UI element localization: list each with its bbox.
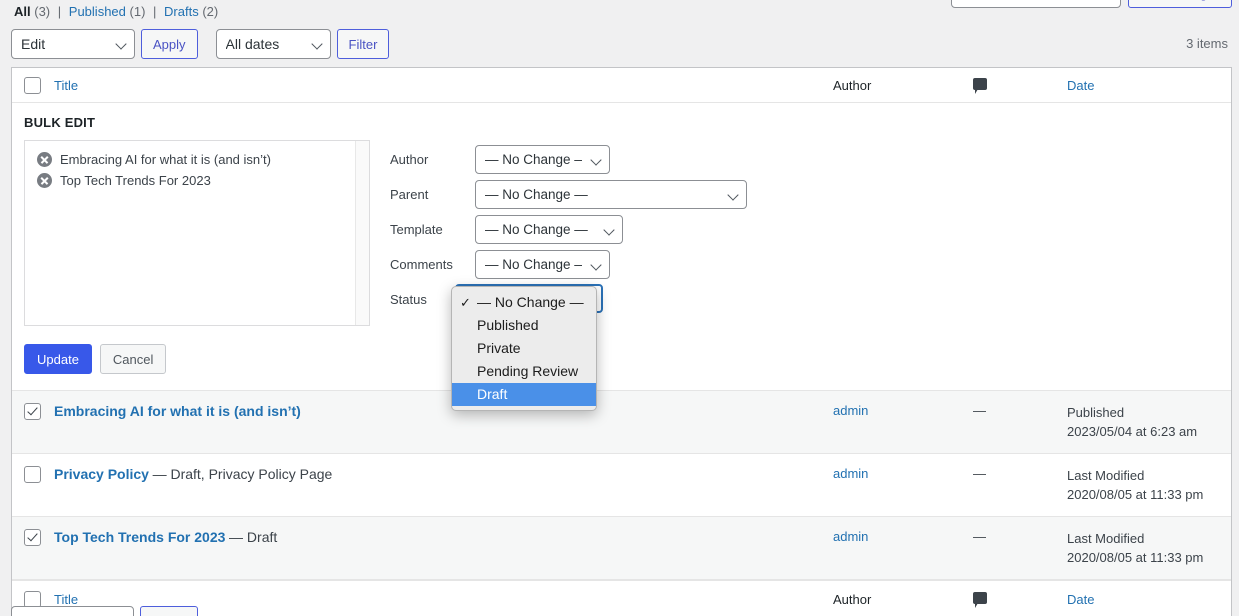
table-row: Top Tech Trends For 2023 — Draft admin —… [12, 517, 1231, 580]
status-link-all[interactable]: All [14, 4, 31, 19]
column-header-author: Author [833, 77, 872, 93]
bulk-edit-titles-column: Embracing AI for what it is (and isn’t) … [24, 140, 370, 326]
row-date-label: Last Modified [1067, 531, 1145, 546]
date-filter-select-wrap: All dates [215, 29, 331, 59]
bulk-edit-panel: BULK EDIT Embracing AI for what it is (a… [12, 103, 1231, 390]
status-count-published: (1) [129, 4, 146, 19]
field-label-comments: Comments [390, 257, 453, 272]
status-option-pending-review[interactable]: Pending Review [452, 360, 596, 383]
update-button[interactable]: Update [24, 344, 92, 374]
search-area: Search Pages [951, 0, 1232, 8]
comments-select[interactable]: — No Change — [475, 250, 610, 279]
row-checkbox[interactable] [24, 466, 41, 484]
row-title-link[interactable]: Top Tech Trends For 2023 [54, 529, 225, 545]
table-nav-top: Edit Apply All dates Filter [11, 29, 390, 59]
bulk-edit-title-item: Top Tech Trends For 2023 [25, 170, 369, 191]
bulk-edit-titles-box: Embracing AI for what it is (and isn’t) … [24, 140, 370, 326]
parent-select[interactable]: — No Change — [475, 180, 747, 209]
field-parent: Parent — No Change — [390, 177, 747, 212]
row-checkbox[interactable] [24, 403, 41, 421]
status-dropdown-menu: — No Change — Published Private Pending … [451, 286, 597, 411]
comment-bubble-icon [973, 77, 987, 94]
table-nav-bottom [11, 606, 198, 616]
bulk-edit-title-item: Embracing AI for what it is (and isn’t) [25, 149, 369, 170]
table-row: Privacy Policy — Draft, Privacy Policy P… [12, 454, 1231, 517]
bulk-edit-title-label: Top Tech Trends For 2023 [60, 173, 211, 188]
table-row: Embracing AI for what it is (and isn’t) … [12, 391, 1231, 454]
status-count-drafts: (2) [202, 4, 219, 19]
status-option-published[interactable]: Published [452, 314, 596, 337]
row-author-link[interactable]: admin [833, 529, 868, 544]
field-label-author: Author [390, 152, 429, 167]
row-state: — Draft, Privacy Policy Page [152, 466, 333, 482]
column-footer-title[interactable]: Title [54, 592, 78, 607]
field-label-parent: Parent [390, 187, 429, 202]
row-checkbox[interactable] [24, 529, 41, 547]
row-date-label: Last Modified [1067, 468, 1145, 483]
bulk-action-select-wrap: Edit [11, 29, 135, 59]
column-header-title[interactable]: Title [54, 78, 78, 93]
select-all-checkbox-top[interactable] [24, 76, 41, 94]
wp-pages-list-screen: All (3) | Published (1) | Drafts (2) Sea… [0, 0, 1239, 616]
filter-button[interactable]: Filter [336, 29, 390, 59]
status-separator-1: | [57, 4, 62, 19]
row-comments-count: — [973, 466, 986, 481]
row-title-link[interactable]: Privacy Policy [54, 466, 149, 482]
remove-title-icon[interactable] [37, 152, 52, 167]
author-select[interactable]: — No Change — [475, 145, 610, 174]
status-separator-2: | [153, 4, 157, 19]
pages-table: Title Author Date BULK EDIT Embracing AI… [11, 67, 1232, 616]
row-date-value: 2023/05/04 at 6:23 am [1067, 424, 1198, 439]
bulk-edit-title-label: Embracing AI for what it is (and isn’t) [60, 152, 271, 167]
bulk-action-select[interactable]: Edit [11, 29, 135, 59]
search-pages-button[interactable]: Search Pages [1128, 0, 1232, 8]
status-link-published[interactable]: Published [69, 4, 126, 19]
row-date-value: 2020/08/05 at 11:33 pm [1067, 487, 1204, 502]
column-footer-author: Author [833, 592, 872, 607]
row-title-link[interactable]: Embracing AI for what it is (and isn’t) [54, 403, 301, 419]
field-template: Template — No Change — [390, 212, 747, 247]
row-date-label: Published [1067, 405, 1125, 420]
template-select[interactable]: — No Change — [475, 215, 623, 244]
cancel-button[interactable]: Cancel [99, 344, 167, 374]
items-count: 3 items [1186, 36, 1228, 51]
row-date-value: 2020/08/05 at 11:33 pm [1067, 550, 1204, 565]
status-count-all: (3) [34, 4, 51, 19]
table-header-row: Title Author Date [12, 68, 1231, 103]
row-state: — Draft [229, 529, 278, 545]
row-author-link[interactable]: admin [833, 466, 868, 481]
remove-title-icon[interactable] [37, 173, 52, 188]
row-author-link[interactable]: admin [833, 403, 868, 418]
comment-bubble-icon [973, 592, 987, 608]
apply-button[interactable]: Apply [141, 29, 198, 59]
status-option-no-change[interactable]: — No Change — [452, 291, 596, 314]
search-input[interactable] [951, 0, 1122, 8]
bulk-edit-actions: Update Cancel [12, 340, 1231, 390]
titles-box-scrollbar[interactable] [355, 141, 369, 325]
column-footer-date[interactable]: Date [1067, 592, 1094, 607]
status-link-drafts[interactable]: Drafts [164, 4, 199, 19]
apply-button-bottom[interactable] [140, 606, 198, 616]
bulk-edit-heading: BULK EDIT [24, 115, 96, 130]
status-option-draft[interactable]: Draft [452, 383, 596, 406]
row-comments-count: — [973, 529, 986, 544]
column-header-date[interactable]: Date [1067, 78, 1094, 93]
field-author: Author — No Change — [390, 142, 747, 177]
status-filter-links: All (3) | Published (1) | Drafts (2) [14, 4, 218, 19]
row-comments-count: — [973, 403, 986, 418]
bulk-action-select-bottom[interactable] [11, 606, 134, 616]
field-comments: Comments — No Change — [390, 247, 747, 282]
bulk-edit-row: BULK EDIT Embracing AI for what it is (a… [12, 103, 1231, 391]
status-option-private[interactable]: Private [452, 337, 596, 360]
date-filter-select[interactable]: All dates [215, 29, 331, 59]
field-label-template: Template [390, 222, 443, 237]
header-select-all-cell [12, 76, 54, 94]
